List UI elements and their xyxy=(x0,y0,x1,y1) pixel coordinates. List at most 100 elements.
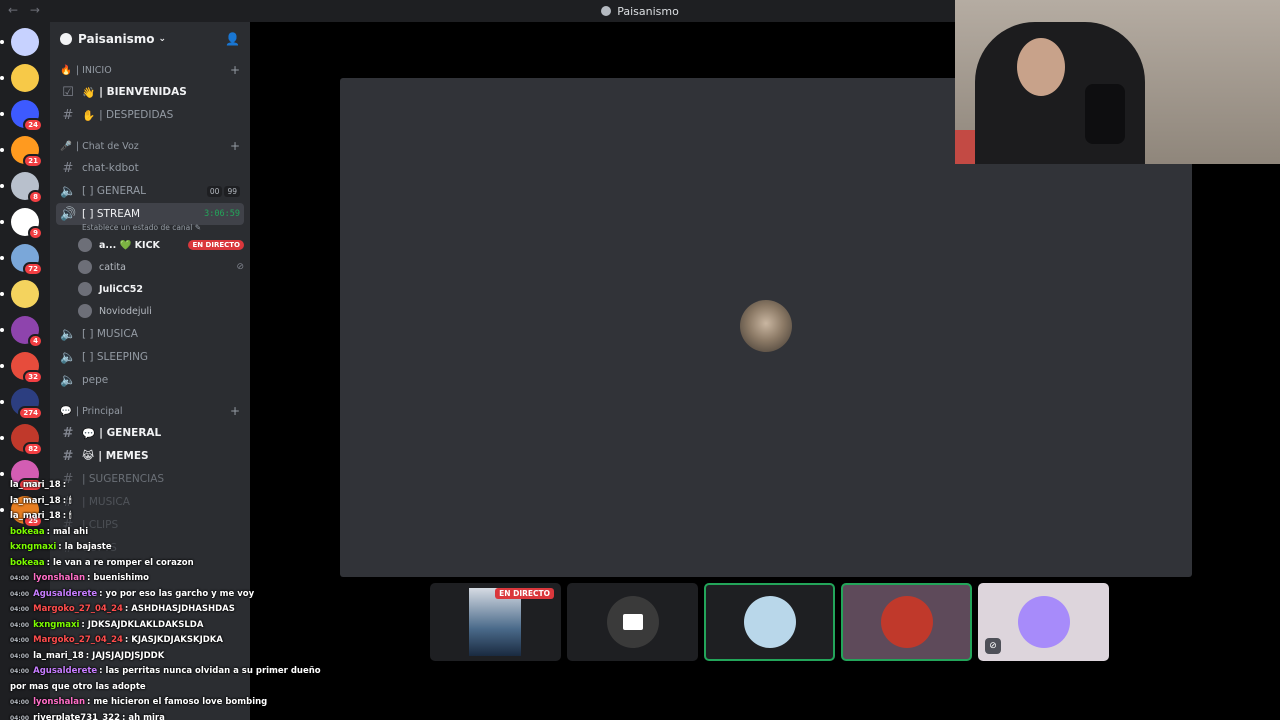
chat-message: 04:00 Agusalderete: yo por eso las garcho… xyxy=(0,587,330,603)
server-icon[interactable]: 32 xyxy=(0,352,43,384)
chat-message: 04:00 Agusalderete: las perritas nunca ol… xyxy=(0,664,330,695)
person-face xyxy=(1017,38,1065,96)
fire-icon: 🔥 xyxy=(60,64,72,76)
chat-username: lyonshalan xyxy=(33,697,86,707)
voice-channel-sleeping[interactable]: 🔈 [ ] SLEEPING xyxy=(56,346,244,368)
server-icon[interactable]: 82 xyxy=(0,424,43,456)
chat-text: : le van a re romper el corazon xyxy=(46,557,194,568)
chat-timestamp: 04:00 xyxy=(10,575,30,582)
voice-user-list: a... 💚 KICK EN DIRECTO catita ⊘ JuliCC52 Novi… xyxy=(50,234,250,322)
voice-channel-general[interactable]: 🔈 [ ] GENERAL 00 99 xyxy=(56,180,244,202)
unread-indicator xyxy=(0,148,4,152)
participant-tile[interactable]: ⊘ xyxy=(978,583,1109,661)
live-badge: EN DIRECTO xyxy=(188,240,244,250)
server-icon[interactable]: 24 xyxy=(0,100,43,132)
server-icon xyxy=(601,6,612,16)
participant-tile[interactable] xyxy=(567,583,698,661)
speech-bubble-icon: 💬 xyxy=(82,427,96,440)
server-icon[interactable]: 9 xyxy=(0,208,43,240)
chat-text: : mal ahi xyxy=(46,526,89,537)
speaker-icon: 🔈 xyxy=(60,326,77,342)
chat-message: 04:00 lyonshalan: me hicieron el famoso l… xyxy=(0,695,330,711)
pencil-icon: ✎ xyxy=(194,223,202,232)
speaker-icon: 🔈 xyxy=(60,349,77,365)
add-channel-icon[interactable]: + xyxy=(230,404,240,418)
chat-message: kxngmaxi: la bajaste xyxy=(0,540,330,556)
add-channel-icon[interactable]: + xyxy=(230,63,240,77)
chat-username: bokeaa xyxy=(10,526,45,537)
channel-memes[interactable]: # 😹 | MEMES xyxy=(56,445,244,467)
add-channel-icon[interactable]: + xyxy=(230,139,240,153)
muted-mic-icon: ⊘ xyxy=(236,262,244,272)
voice-channel-musica[interactable]: 🔈 [ ] MUSICA xyxy=(56,323,244,345)
voice-user-name: Noviodejuli xyxy=(99,305,152,317)
participant-tiles: EN DIRECTO ⊘ xyxy=(430,583,1109,661)
channel-bienvenidas[interactable]: ☑ 👋 | BIENVENIDAS xyxy=(56,81,244,103)
live-badge: EN DIRECTO xyxy=(495,588,554,599)
server-icon[interactable] xyxy=(0,28,39,56)
category-principal[interactable]: 💬 | Principal + xyxy=(50,401,250,421)
participant-tile[interactable]: EN DIRECTO xyxy=(430,583,561,661)
hash-icon: # xyxy=(62,160,74,176)
voice-user[interactable]: catita ⊘ xyxy=(78,256,244,278)
unread-indicator xyxy=(0,112,4,116)
stream-timer: 3:06:59 xyxy=(204,209,240,219)
chat-text: : la bajaste xyxy=(58,542,112,552)
server-icon[interactable]: 21 xyxy=(0,136,43,168)
invite-member-icon[interactable]: 👤 xyxy=(225,32,240,46)
channel-label: [ ] GENERAL xyxy=(82,185,147,197)
chat-username: la_mari_18 xyxy=(10,480,61,490)
unread-indicator xyxy=(0,40,4,44)
chat-text: : buenishimo xyxy=(87,573,149,583)
chat-username: Agusalderete xyxy=(33,666,98,676)
category-voz[interactable]: 🎤 | Chat de Voz + xyxy=(50,136,250,156)
avatar xyxy=(1017,596,1070,648)
chat-timestamp: 04:00 xyxy=(10,652,30,660)
chat-message: bokeaa: mal ahi xyxy=(0,525,330,541)
mention-badge: 82 xyxy=(23,442,43,456)
channel-status[interactable]: Establece un estado de canal ✎ xyxy=(82,223,250,232)
category-inicio[interactable]: 🔥 | INICIO + xyxy=(50,60,250,80)
chat-text: : JAJSJAJDJSJDDK xyxy=(85,650,165,661)
streamer-avatar[interactable] xyxy=(740,300,792,352)
chat-message: 04:00 riverplate731_322: ah mira xyxy=(0,711,330,720)
voice-user-name: catita xyxy=(99,261,126,273)
server-icon[interactable] xyxy=(0,280,39,308)
chat-message: la_mari_18: xyxy=(0,478,330,494)
back-forward-icon[interactable]: ← → xyxy=(8,3,44,17)
chat-text: : 🕯 xyxy=(62,495,72,506)
server-icon[interactable]: 4 xyxy=(0,316,43,348)
voice-user[interactable]: JuliCC52 xyxy=(78,278,244,300)
hash-icon: # xyxy=(62,448,74,464)
mention-badge: 8 xyxy=(28,190,43,204)
window-title: Paisanismo xyxy=(617,4,679,18)
voice-connected-icon: 🔊 xyxy=(60,206,77,222)
unread-indicator xyxy=(0,292,4,296)
channel-despedidas[interactable]: # ✋ | DESPEDIDAS xyxy=(56,104,244,126)
chat-message: 04:00 kxngmaxi: JDKSAJDKLAKLDAKSLDA xyxy=(0,618,330,634)
chat-timestamp: 04:00 xyxy=(10,668,30,675)
voice-user-name: a... 💚 KICK xyxy=(99,239,160,251)
voice-channel-pepe[interactable]: 🔈 pepe xyxy=(56,369,244,391)
category-label: | Chat de Voz xyxy=(75,140,139,152)
voice-user[interactable]: a... 💚 KICK EN DIRECTO xyxy=(78,234,244,256)
unread-indicator xyxy=(0,472,4,476)
chat-username: bokeaa xyxy=(10,557,45,568)
channel-chat-kdbot[interactable]: # chat-kdbot xyxy=(56,157,244,179)
chat-username: la_mari_18 xyxy=(10,495,61,506)
server-header[interactable]: Paisanismo ⌄ 👤 xyxy=(50,22,250,56)
voice-user[interactable]: Noviodejuli xyxy=(78,300,244,322)
voice-channel-stream[interactable]: 🔊 [ ] STREAM 3:06:59 xyxy=(56,203,244,225)
wave-icon: 👋 xyxy=(82,86,96,99)
participant-tile[interactable] xyxy=(841,583,972,661)
server-icon[interactable]: 72 xyxy=(0,244,43,276)
server-icon[interactable]: 8 xyxy=(0,172,43,204)
cat-icon: 😹 xyxy=(82,450,95,462)
unread-indicator xyxy=(0,364,4,368)
user-count: 00 xyxy=(206,185,223,197)
channel-general[interactable]: # 💬 | GENERAL xyxy=(56,422,244,444)
chat-timestamp: 04:00 xyxy=(10,699,30,706)
participant-tile[interactable] xyxy=(704,583,835,661)
server-icon[interactable]: 274 xyxy=(0,388,43,420)
server-icon[interactable] xyxy=(0,64,39,92)
